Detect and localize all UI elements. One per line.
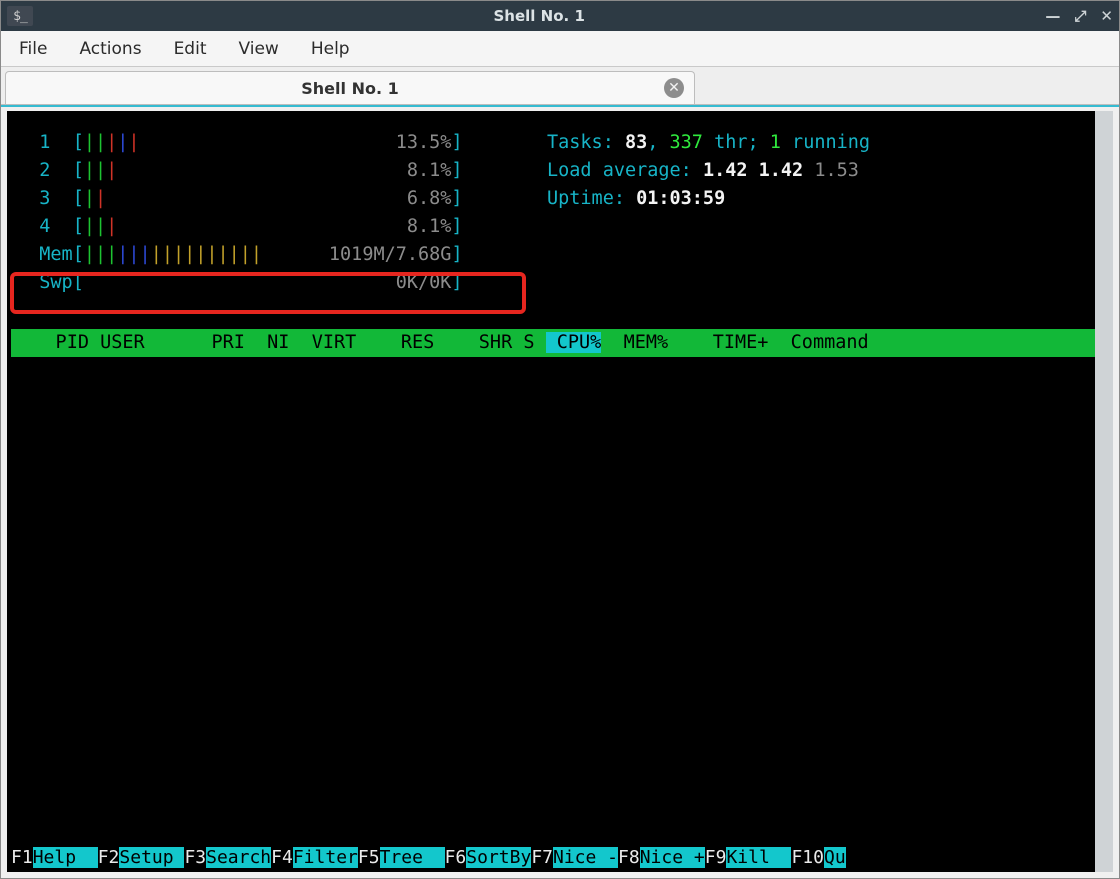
window-title: Shell No. 1: [33, 7, 1045, 25]
fnkey-label[interactable]: Search: [206, 847, 271, 868]
fnkey-f1[interactable]: F1: [11, 847, 33, 868]
minimize-icon[interactable]: —: [1045, 7, 1060, 25]
tab-title: Shell No. 1: [301, 79, 398, 98]
terminal-icon: $_: [7, 6, 33, 26]
fnkey-label[interactable]: Filter: [293, 847, 358, 868]
fnkey-label[interactable]: Kill: [726, 847, 791, 868]
fnkey-f9[interactable]: F9: [705, 847, 727, 868]
menu-actions[interactable]: Actions: [79, 39, 141, 59]
fnkey-label[interactable]: Qu: [824, 847, 846, 868]
menu-edit[interactable]: Edit: [174, 39, 207, 59]
menubar: File Actions Edit View Help: [1, 31, 1119, 67]
tab-close-icon[interactable]: ✕: [664, 78, 684, 98]
fnkey-f5[interactable]: F5: [358, 847, 380, 868]
fnkey-label[interactable]: Help: [33, 847, 98, 868]
menu-help[interactable]: Help: [311, 39, 350, 59]
window-titlebar: $_ Shell No. 1 — ⤢ ✕: [1, 1, 1119, 31]
table-header[interactable]: PID USER PRI NI VIRT RES SHR S CPU% MEM%…: [11, 329, 1095, 357]
function-keybar: F1Help F2Setup F3SearchF4FilterF5Tree F6…: [11, 844, 1093, 872]
scrollbar[interactable]: [1095, 111, 1113, 872]
fnkey-label[interactable]: SortBy: [466, 847, 531, 868]
fnkey-f8[interactable]: F8: [618, 847, 640, 868]
fnkey-label[interactable]: Setup: [119, 847, 184, 868]
tab-shell1[interactable]: Shell No. 1 ✕: [5, 71, 695, 104]
menu-file[interactable]: File: [19, 39, 47, 59]
htop-output[interactable]: 1 [||||| 13.5%] 2 [||| 8.1%] 3 [|| 6.8%]…: [7, 111, 1095, 872]
terminal-area: 1 [||||| 13.5%] 2 [||| 8.1%] 3 [|| 6.8%]…: [1, 105, 1119, 878]
fnkey-label[interactable]: Tree: [380, 847, 445, 868]
scrollbar-thumb[interactable]: [1095, 111, 1113, 872]
fnkey-f3[interactable]: F3: [184, 847, 206, 868]
maximize-icon[interactable]: ⤢: [1074, 7, 1086, 25]
process-table: PID USER PRI NI VIRT RES SHR S CPU% MEM%…: [11, 329, 1095, 357]
fnkey-f10[interactable]: F10: [791, 847, 824, 868]
fnkey-f7[interactable]: F7: [531, 847, 553, 868]
terminal-window: $_ Shell No. 1 — ⤢ ✕ File Actions Edit View…: [0, 0, 1120, 879]
fnkey-f4[interactable]: F4: [271, 847, 293, 868]
close-icon[interactable]: ✕: [1100, 7, 1113, 25]
fnkey-label[interactable]: Nice +: [640, 847, 705, 868]
menu-view[interactable]: View: [238, 39, 278, 59]
fnkey-f2[interactable]: F2: [98, 847, 120, 868]
fnkey-label[interactable]: Nice -: [553, 847, 618, 868]
summary-stats: Tasks: 83, 337 thr; 1 running Load avera…: [547, 129, 870, 213]
tab-bar: Shell No. 1 ✕: [1, 67, 1119, 105]
fnkey-f6[interactable]: F6: [445, 847, 467, 868]
